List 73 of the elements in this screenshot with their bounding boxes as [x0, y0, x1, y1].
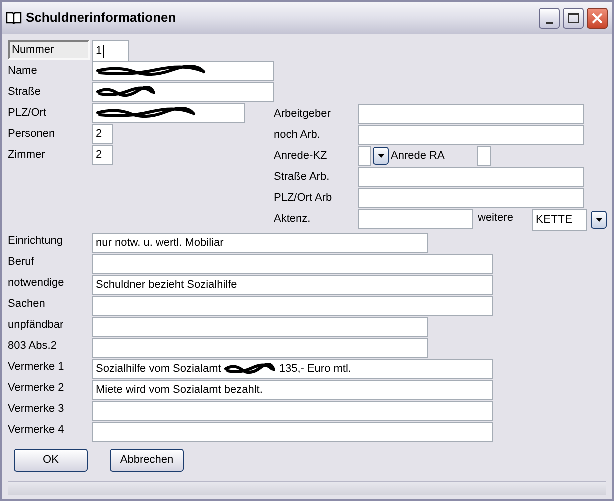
- book-icon: [6, 11, 22, 25]
- input-field[interactable]: [358, 125, 584, 145]
- field-label: Straße: [8, 84, 42, 100]
- text-cursor: [103, 44, 104, 58]
- input-field[interactable]: [358, 104, 584, 124]
- field-label: Aktenz.: [274, 212, 312, 227]
- input-field[interactable]: Miete wird vom Sozialamt bezahlt.: [92, 380, 493, 400]
- dialog-button[interactable]: OK: [14, 449, 88, 472]
- field-label: Einrichtung: [8, 234, 64, 249]
- minimize-button[interactable]: [539, 8, 560, 28]
- field-label: Vermerke 4: [8, 423, 66, 438]
- field-label: Beruf: [8, 255, 36, 270]
- redaction-scribble-icon: [224, 363, 276, 375]
- input-field[interactable]: [92, 317, 428, 337]
- input-field[interactable]: 2: [92, 145, 113, 165]
- field-value: 135,- Euro mtl.: [279, 362, 352, 377]
- close-icon: [592, 12, 603, 24]
- input-field[interactable]: [92, 401, 493, 421]
- field-label: unpfändbar: [8, 318, 65, 333]
- redaction-scribble-icon: [96, 65, 206, 77]
- input-field[interactable]: nur notw. u. wertl. Mobiliar: [92, 233, 428, 253]
- field-label: Zimmer: [8, 148, 46, 163]
- input-field[interactable]: [358, 167, 584, 187]
- field-label: Sachen: [8, 297, 46, 312]
- caret-down-icon: [596, 218, 602, 222]
- input-field[interactable]: 2: [92, 124, 113, 144]
- field-label: PLZ/Ort Arb: [274, 191, 334, 206]
- input-field[interactable]: [92, 82, 274, 102]
- dialog-button[interactable]: Abbrechen: [110, 449, 184, 472]
- field-value: nur notw. u. wertl. Mobiliar: [96, 236, 224, 251]
- field-label: notwendige: [8, 276, 66, 291]
- input-field[interactable]: 1: [92, 40, 129, 62]
- field-label: Anrede-KZ: [274, 149, 328, 164]
- field-label: Anrede RA: [391, 148, 446, 164]
- input-field[interactable]: [92, 103, 245, 123]
- input-field[interactable]: [92, 254, 493, 274]
- input-field[interactable]: [92, 422, 493, 442]
- dropdown-button[interactable]: [373, 147, 389, 165]
- field-label: Vermerke 2: [8, 381, 66, 396]
- field-value: 1: [96, 44, 102, 59]
- field-label: Vermerke 3: [8, 402, 66, 417]
- input-field[interactable]: Schuldner bezieht Sozialhilfe: [92, 275, 493, 295]
- input-field[interactable]: [92, 296, 493, 316]
- field-label: Vermerke 1: [8, 360, 66, 375]
- close-button[interactable]: [587, 8, 608, 28]
- field-label: Straße Arb.: [274, 170, 331, 185]
- field-value: Miete wird vom Sozialamt bezahlt.: [96, 382, 263, 398]
- dropdown-field[interactable]: KETTE: [532, 209, 587, 231]
- field-label: noch Arb.: [274, 128, 322, 143]
- dropdown-button[interactable]: [591, 211, 607, 229]
- field-value: 2: [96, 126, 102, 142]
- field-label: PLZ/Ort: [8, 106, 48, 121]
- input-field[interactable]: [92, 61, 274, 81]
- input-field[interactable]: [358, 146, 371, 166]
- field-label: Arbeitgeber: [274, 107, 332, 122]
- redaction-scribble-icon: [96, 107, 196, 119]
- field-value: Schuldner bezieht Sozialhilfe: [96, 278, 238, 293]
- input-field[interactable]: [358, 188, 584, 208]
- field-label: Name: [8, 64, 38, 79]
- field-label: weitere: [478, 211, 514, 226]
- field-label: Nummer: [8, 40, 90, 60]
- field-value: 2: [96, 148, 102, 163]
- redaction-scribble-icon: [96, 86, 156, 98]
- field-label: 803 Abs.2: [8, 339, 58, 354]
- input-field[interactable]: [92, 338, 428, 358]
- maximize-button[interactable]: [563, 8, 584, 28]
- caret-down-icon: [378, 154, 384, 158]
- input-field[interactable]: [477, 146, 491, 166]
- field-label: Personen: [8, 126, 56, 142]
- field-value: Sozialhilfe vom Sozialamt: [96, 362, 222, 377]
- input-field[interactable]: [358, 209, 473, 229]
- window-title: Schuldnerinformationen: [26, 9, 176, 28]
- input-field[interactable]: Sozialhilfe vom Sozialamt 135,- Euro mtl.: [92, 359, 493, 379]
